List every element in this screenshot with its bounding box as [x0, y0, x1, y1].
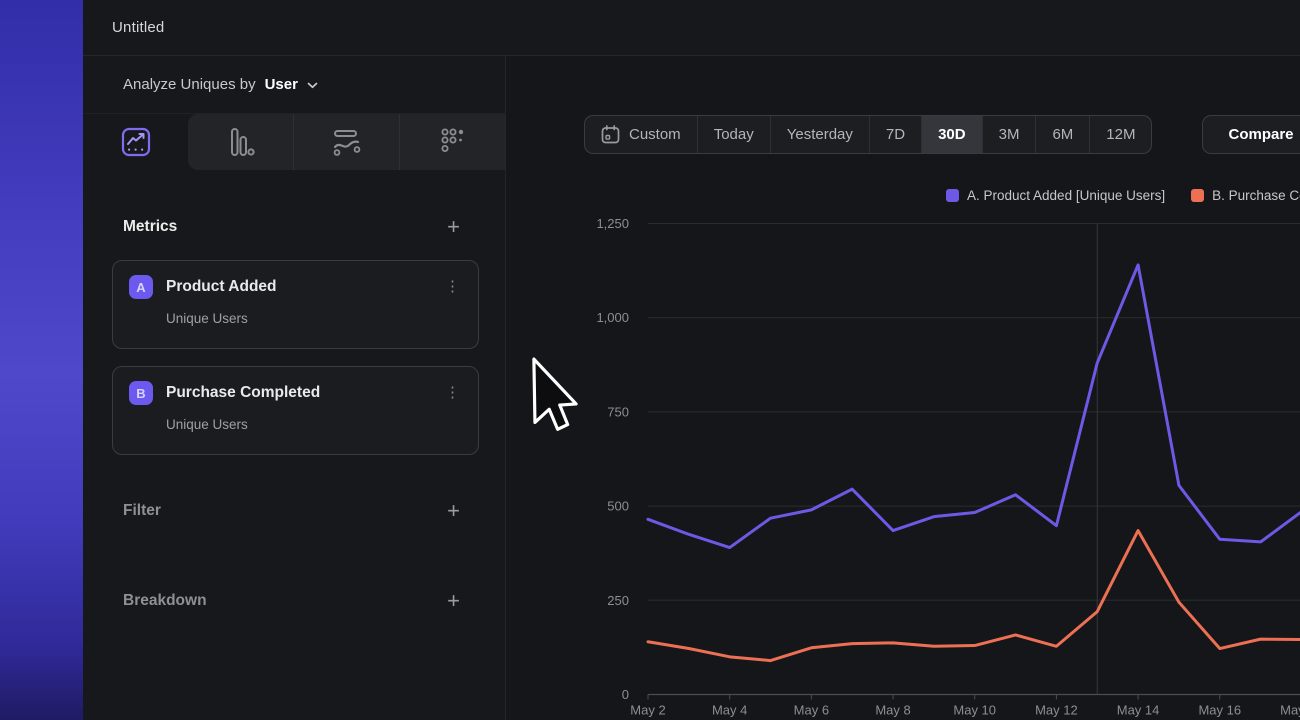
x-axis-tick-label: May 6 — [794, 703, 829, 718]
filter-label: Filter — [123, 502, 161, 520]
report-title: Untitled — [112, 19, 164, 36]
legend-label-a: A. Product Added [Unique Users] — [967, 188, 1165, 203]
range-yesterday[interactable]: Yesterday — [770, 116, 869, 153]
metric-title-a: Product Added — [166, 278, 441, 296]
legend-item-a[interactable]: A. Product Added [Unique Users] — [946, 188, 1165, 203]
breakdown-header: Breakdown + — [123, 588, 460, 614]
legend-swatch-a — [946, 189, 959, 202]
unselected-tabs-panel — [188, 114, 505, 170]
line-chart: 0 250 500 750 1,000 1,250 May 2 May 4 May 6 May 8… — [581, 210, 1300, 720]
y-axis-tick-label: 1,250 — [596, 216, 629, 231]
tab-flows[interactable] — [293, 114, 399, 170]
tab-bar-chart[interactable] — [188, 114, 293, 170]
x-axis-tick-label: May 2 — [630, 703, 665, 718]
x-axis-tick-label: May 18 — [1280, 703, 1300, 718]
analyze-by-row: Analyze Uniques by User — [83, 56, 505, 113]
metric-card-b[interactable]: B Purchase Completed ⋮ Unique Users — [112, 366, 479, 455]
x-axis-tick-label: May 10 — [953, 703, 996, 718]
y-axis-tick-label: 250 — [607, 593, 629, 608]
range-today[interactable]: Today — [697, 116, 770, 153]
metrics-header: Metrics + — [123, 214, 460, 240]
top-bar: Untitled — [83, 0, 1300, 56]
range-3m[interactable]: 3M — [982, 116, 1036, 153]
analyze-by-label: Analyze Uniques by — [123, 76, 256, 93]
tab-retention-grid[interactable] — [399, 114, 505, 170]
add-breakdown-button[interactable]: + — [447, 591, 460, 611]
metric-card-b-row: B Purchase Completed ⋮ — [129, 381, 464, 405]
x-axis-tick-label: May 4 — [712, 703, 747, 718]
y-axis-tick-label: 750 — [607, 404, 629, 419]
x-axis-tick-label: May 8 — [875, 703, 910, 718]
chart-panel: Custom Today Yesterday 7D 30D 3M 6M 12M … — [507, 56, 1300, 720]
range-custom[interactable]: Custom — [585, 116, 697, 153]
analyze-by-dropdown[interactable]: User — [265, 76, 298, 93]
add-metric-button[interactable]: + — [447, 217, 460, 237]
x-axis-tick-label: May 14 — [1117, 703, 1160, 718]
retention-grid-icon — [438, 127, 468, 157]
metric-subtitle-a[interactable]: Unique Users — [166, 311, 464, 326]
kebab-menu-icon[interactable]: ⋮ — [441, 280, 464, 294]
compare-button[interactable]: Compare — [1202, 115, 1300, 154]
kebab-menu-icon[interactable]: ⋮ — [441, 386, 464, 400]
metric-subtitle-b[interactable]: Unique Users — [166, 417, 464, 432]
breakdown-label: Breakdown — [123, 592, 207, 610]
bar-chart-icon — [227, 127, 255, 157]
flows-icon — [330, 127, 364, 157]
calendar-icon — [601, 125, 620, 144]
metrics-label: Metrics — [123, 218, 177, 236]
line-chart-svg: 0 250 500 750 1,000 1,250 May 2 May 4 May 6 May 8… — [581, 210, 1300, 720]
range-30d[interactable]: 30D — [921, 116, 982, 153]
legend-label-b: B. Purchase Completed [Unique Users] — [1212, 188, 1300, 203]
y-axis-tick-label: 500 — [607, 499, 629, 514]
legend-item-b[interactable]: B. Purchase Completed [Unique Users] — [1191, 188, 1300, 203]
range-7d[interactable]: 7D — [869, 116, 921, 153]
x-axis-tick-label: May 16 — [1198, 703, 1241, 718]
filter-header: Filter + — [123, 498, 460, 524]
accent-strip — [0, 0, 83, 720]
x-axis-tick-label: May 12 — [1035, 703, 1078, 718]
chart-legend: A. Product Added [Unique Users] B. Purch… — [946, 188, 1300, 203]
series-line-b[interactable] — [648, 531, 1300, 661]
chart-type-tabs — [83, 113, 505, 170]
line-chart-icon — [119, 125, 153, 159]
y-axis-tick-label: 0 — [622, 687, 629, 702]
range-6m[interactable]: 6M — [1035, 116, 1089, 153]
series-line-a[interactable] — [648, 265, 1300, 548]
metric-card-a[interactable]: A Product Added ⋮ Unique Users — [112, 260, 479, 349]
chevron-down-icon[interactable] — [307, 82, 318, 89]
metric-badge-b: B — [129, 381, 153, 405]
metric-card-a-row: A Product Added ⋮ — [129, 275, 464, 299]
tab-insights-line-chart[interactable] — [83, 114, 188, 170]
range-12m[interactable]: 12M — [1089, 116, 1151, 153]
metric-title-b: Purchase Completed — [166, 384, 441, 402]
metric-badge-a: A — [129, 275, 153, 299]
legend-swatch-b — [1191, 189, 1204, 202]
y-axis-tick-label: 1,000 — [596, 310, 629, 325]
date-range-selector: Custom Today Yesterday 7D 30D 3M 6M 12M — [584, 115, 1152, 154]
query-sidebar: Analyze Uniques by User — [83, 56, 506, 720]
add-filter-button[interactable]: + — [447, 501, 460, 521]
